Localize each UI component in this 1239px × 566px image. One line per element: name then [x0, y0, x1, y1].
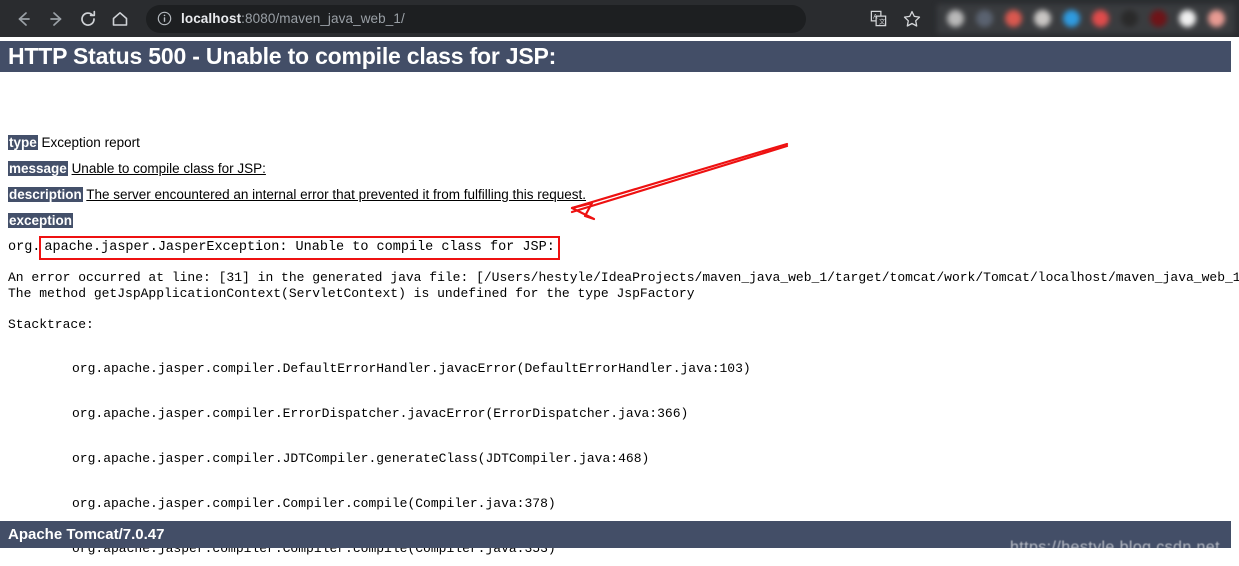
- error-page: HTTP Status 500 - Unable to compile clas…: [0, 37, 1239, 566]
- bookmark-button[interactable]: [895, 2, 929, 36]
- home-icon: [112, 11, 128, 26]
- browser-toolbar: localhost:8080/maven_java_web_1/ A 文: [0, 0, 1239, 37]
- meta-value-message: Unable to compile class for JSP:: [71, 161, 266, 176]
- back-button[interactable]: [8, 3, 40, 35]
- star-icon: [903, 10, 921, 27]
- exception-prefix: org.: [8, 240, 41, 255]
- extension-icon[interactable]: [1121, 10, 1138, 27]
- exception-highlight-box: apache.jasper.JasperException: Unable to…: [39, 236, 560, 260]
- meta-label-type: type: [8, 135, 38, 150]
- meta-row-type: type Exception report: [8, 135, 140, 151]
- reload-icon: [81, 10, 96, 26]
- meta-row-message: message Unable to compile class for JSP:: [8, 161, 266, 177]
- extension-icon[interactable]: [1034, 10, 1051, 27]
- meta-label-exception: exception: [8, 213, 74, 228]
- meta-value-type: Exception report: [41, 135, 140, 150]
- extension-icon[interactable]: [1063, 10, 1080, 27]
- extension-icons-strip[interactable]: [937, 3, 1235, 34]
- address-bar-path: :8080/maven_java_web_1/: [241, 11, 405, 26]
- forward-arrow-icon: [50, 11, 62, 26]
- stacktrace-line: org.apache.jasper.compiler.Compiler.comp…: [72, 496, 556, 511]
- reload-button[interactable]: [72, 3, 104, 35]
- meta-value-description: The server encountered an internal error…: [86, 187, 587, 202]
- address-bar[interactable]: localhost:8080/maven_java_web_1/: [146, 4, 806, 33]
- stacktrace-line: org.apache.jasper.compiler.ErrorDispatch…: [72, 406, 689, 421]
- svg-text:文: 文: [878, 18, 884, 26]
- stacktrace-line: org.apache.jasper.compiler.JDTCompiler.g…: [72, 451, 650, 466]
- error-detail-line-1: An error occurred at line: [31] in the g…: [8, 270, 1239, 285]
- meta-label-description: description: [8, 187, 83, 202]
- extension-icon[interactable]: [1092, 10, 1109, 27]
- error-detail-line-2: The method getJspApplicationContext(Serv…: [8, 286, 695, 301]
- meta-label-message: message: [8, 161, 68, 176]
- translate-icon: A 文: [870, 10, 886, 27]
- home-button[interactable]: [104, 3, 136, 35]
- info-circle-icon[interactable]: [156, 11, 172, 27]
- toolbar-right-actions: A 文: [861, 0, 1239, 37]
- extension-icon[interactable]: [976, 10, 993, 27]
- address-bar-text: localhost:8080/maven_java_web_1/: [181, 11, 405, 26]
- extension-icon[interactable]: [947, 10, 964, 27]
- extension-icon[interactable]: [1179, 10, 1196, 27]
- meta-row-exception: exception: [8, 213, 74, 229]
- svg-text:A: A: [873, 14, 878, 21]
- back-arrow-icon: [18, 11, 30, 26]
- exception-message-line: org. apache.jasper.JasperException: Unabl…: [8, 236, 560, 260]
- forward-button[interactable]: [40, 3, 72, 35]
- extension-icon[interactable]: [1150, 10, 1167, 27]
- stacktrace-heading: Stacktrace:: [8, 317, 94, 332]
- meta-row-description: description The server encountered an in…: [8, 187, 586, 203]
- stacktrace-line: org.apache.jasper.compiler.DefaultErrorH…: [72, 361, 751, 376]
- watermark: https://hestyle.blog.csdn.net: [1010, 539, 1220, 556]
- page-title: HTTP Status 500 - Unable to compile clas…: [0, 41, 1231, 72]
- translate-button[interactable]: A 文: [861, 2, 895, 36]
- extension-icon[interactable]: [1005, 10, 1022, 27]
- navigation-buttons: [8, 3, 136, 35]
- extension-icon[interactable]: [1208, 10, 1225, 27]
- address-bar-host: localhost: [181, 11, 242, 26]
